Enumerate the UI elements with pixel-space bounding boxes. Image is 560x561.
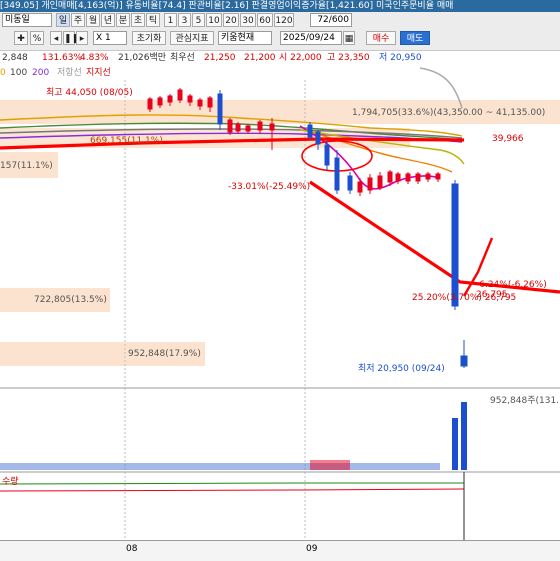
x-axis-label: 09: [306, 544, 318, 554]
lower-pane-label: 수량: [2, 477, 19, 487]
down-trend-line: [309, 180, 560, 294]
annotation-profile-left: 669,155(11.1%): [90, 136, 163, 146]
candle: [227, 118, 233, 135]
candle: [377, 172, 383, 190]
volume-bars: [0, 402, 467, 470]
annotation-right-price: 39,966: [492, 134, 524, 144]
candle: [307, 122, 313, 140]
candle: [425, 172, 431, 182]
lower-indicator-green: [0, 482, 464, 485]
annotation-high: 최고 44,050 (08/05): [46, 88, 133, 98]
candle: [435, 172, 441, 182]
candle: [217, 90, 223, 130]
annotation-pct-right: 25.20%(3.70%) 26,795: [412, 293, 517, 303]
annotation-drop-pct: -33.01%(-25.49%): [228, 182, 311, 192]
candle: [347, 172, 353, 194]
lower-indicator-red: [0, 488, 465, 492]
candle: [367, 174, 373, 194]
annotation-volume-label: 952,848주(131.: [490, 396, 560, 406]
annotation-low: 최저 20,950 (09/24): [358, 364, 445, 374]
x-axis-label: 08: [126, 544, 138, 554]
candle: [451, 180, 459, 310]
candle: [324, 140, 330, 170]
candle: [415, 172, 421, 184]
x-axis: 08 09: [0, 540, 560, 561]
candle: [460, 340, 468, 368]
annotation-profile-low: 952,848(17.9%): [128, 349, 201, 359]
annotation-volume-profile-top: 1,794,705(33.6%)(43,350.00 ~ 41,135.00): [352, 108, 546, 118]
candle: [405, 172, 411, 184]
candle: [334, 150, 340, 194]
annotation-profile-mid: 722,805(13.5%): [34, 295, 107, 305]
annotation-profile-left2: 157(11.1%): [0, 161, 53, 171]
